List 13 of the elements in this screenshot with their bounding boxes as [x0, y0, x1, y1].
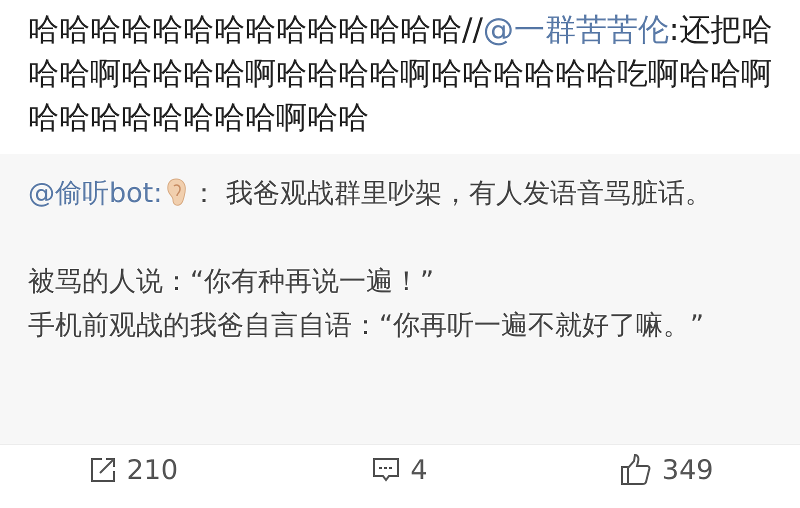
quoted-text: 被骂的人说：“你有种再说一遍！” [28, 265, 435, 299]
like-button[interactable]: 349 [533, 454, 800, 486]
repost-button[interactable]: 210 [0, 454, 267, 486]
quoted-text: 手机前观战的我爸自言自语：“你再听一遍不就好了嘛。” [28, 309, 705, 343]
share-icon [88, 456, 117, 484]
author-link[interactable]: @偷听bot: [28, 178, 162, 209]
quoted-text: ： 我爸观战群里吵架，有人发语音骂脏话。 [190, 178, 712, 209]
post-text: 哈哈哈哈哈哈哈哈哈哈哈哈哈哈//@一群苦苦伦:还把哈哈哈啊哈哈哈哈啊哈哈哈哈啊哈哈哈哈哈哈吃啊哈哈啊哈哈哈哈哈哈哈哈啊哈哈 [28, 11, 774, 138]
ear-icon [166, 178, 186, 206]
comment-button[interactable]: 4 [266, 454, 534, 486]
comment-icon [372, 456, 400, 484]
mention-link[interactable]: @一群苦苦伦 [482, 12, 669, 48]
thumbs-up-icon [620, 454, 652, 486]
